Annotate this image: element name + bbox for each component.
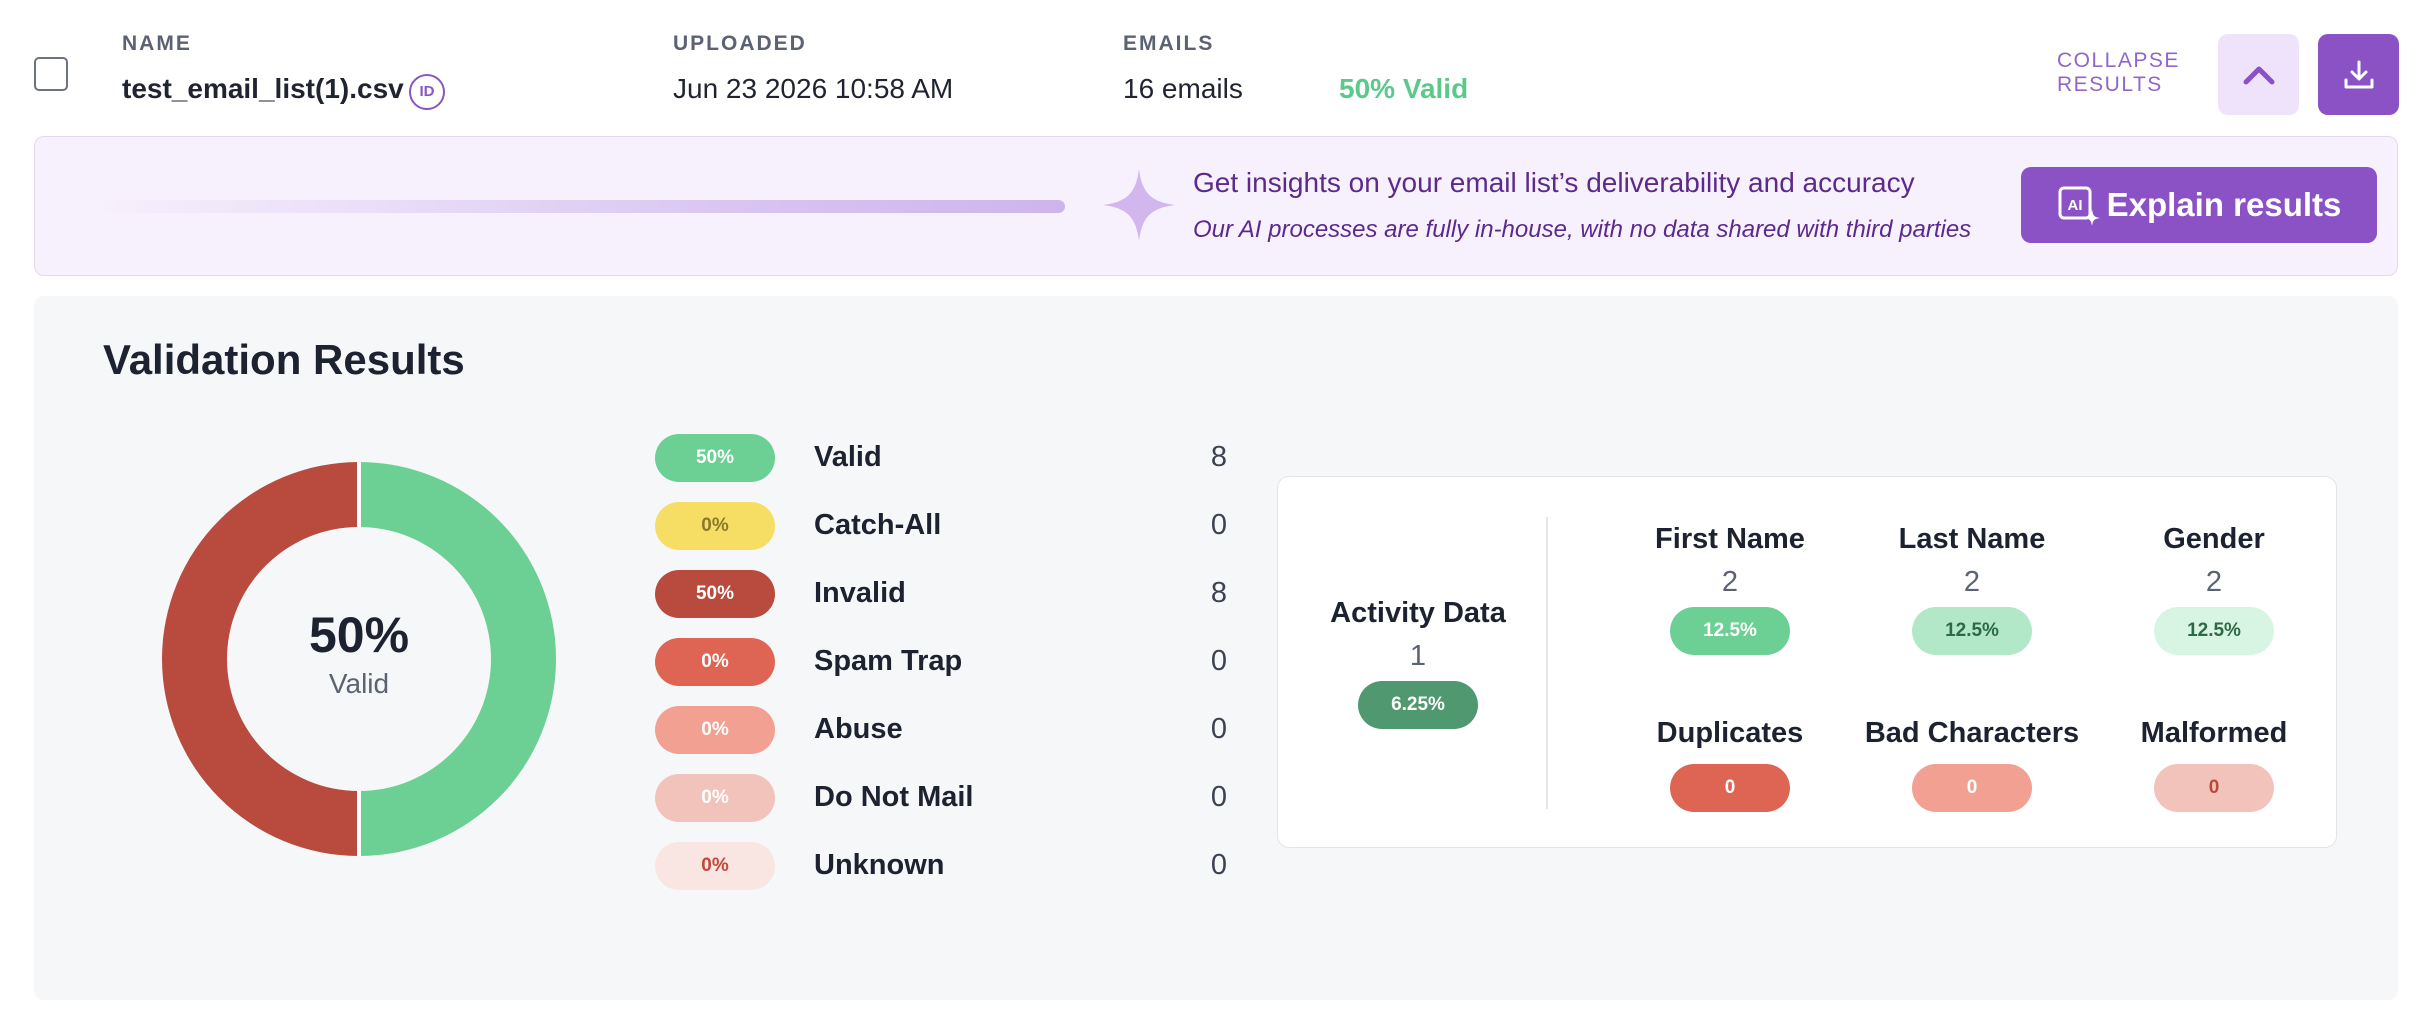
legend-count: 0 [1210,849,1227,881]
stat-title: Activity Data [1330,597,1506,629]
explain-results-button[interactable]: AI Explain results [2021,167,2377,243]
stat-pill: 12.5% [1670,607,1790,655]
emails-column-label: EMAILS [1123,32,1215,55]
validation-legend: 50% Valid 8 0% Catch-All 0 50% Invalid 8 0% Spam T… [655,434,1255,910]
legend-row: 0% Do Not Mail 0 [655,774,1255,842]
stat-pill: 0 [1912,764,2032,812]
legend-label: Valid [814,441,882,473]
legend-pill: 0% [655,842,775,890]
legend-count: 8 [1210,441,1227,473]
stat-title: Malformed [2140,717,2288,749]
legend-pill: 0% [655,502,775,550]
stat-first-name: First Name 2 12.5% [1610,523,1850,655]
collapse-button[interactable] [2218,34,2299,115]
file-name: test_email_list(1).csv [122,73,404,104]
stat-pill: 0 [2154,764,2274,812]
collapse-label-line1: COLLAPSE [2057,49,2180,72]
legend-pill: 50% [655,570,775,618]
stat-duplicates: Duplicates 0 [1610,717,1850,812]
stat-last-name: Last Name 2 12.5% [1852,523,2092,655]
stat-count: 1 [1409,640,1427,672]
legend-row: 0% Unknown 0 [655,842,1255,910]
valid-percentage: 50% Valid [1339,73,1469,104]
uploaded-date: Jun 23 2026 10:58 AM [673,73,954,104]
ai-sparkle-icon: AI [2058,186,2100,226]
stat-bad-characters: Bad Characters 0 [1852,717,2092,812]
legend-count: 8 [1210,577,1227,609]
select-file-checkbox[interactable] [34,57,68,91]
chevron-up-icon [2243,66,2274,84]
legend-count: 0 [1210,781,1227,813]
stat-title: Bad Characters [1864,717,2080,749]
legend-pill: 0% [655,638,775,686]
legend-row: 50% Invalid 8 [655,570,1255,638]
ai-banner-subtitle: Our AI processes are fully in-house, wit… [1193,216,1972,243]
ai-banner-title: Get insights on your email list’s delive… [1193,167,1915,198]
legend-pill: 50% [655,434,775,482]
stat-title: First Name [1655,523,1805,555]
validation-results-panel: Validation Results 50% Valid 50% Valid 8 0%… [34,296,2398,1000]
id-badge-icon[interactable]: ID [409,74,445,110]
validation-results-title: Validation Results [103,336,465,383]
stat-activity-data: Activity Data 1 6.25% [1298,597,1538,729]
emails-count: 16 emails [1123,73,1243,104]
stats-divider [1546,517,1548,809]
name-column-label: NAME [122,32,192,55]
stat-title: Duplicates [1656,717,1804,749]
legend-label: Spam Trap [814,645,963,677]
stat-pill: 12.5% [1912,607,2032,655]
download-icon [2344,60,2373,88]
stat-gender: Gender 2 12.5% [2094,523,2334,655]
explain-results-label: Explain results [2106,186,2342,223]
ai-icon-text: AI [2067,197,2082,214]
stat-count: 2 [1963,566,1981,598]
collapse-label-line2: RESULTS [2057,73,2163,96]
legend-pill: 0% [655,774,775,822]
file-row: NAME test_email_list(1).csv ID UPLOADED … [0,0,2422,136]
donut-center-label: Valid [328,668,390,699]
donut-center: 50% Valid [162,606,556,700]
legend-pill: 0% [655,706,775,754]
legend-label: Do Not Mail [814,781,974,813]
stat-pill: 12.5% [2154,607,2274,655]
legend-row: 0% Abuse 0 [655,706,1255,774]
sparkle-icon [1103,169,1175,241]
stat-count: 2 [2205,566,2223,598]
legend-label: Abuse [814,713,903,745]
stat-pill: 6.25% [1358,681,1478,729]
uploaded-column-label: UPLOADED [673,32,807,55]
legend-count: 0 [1210,713,1227,745]
stat-title: Last Name [1898,523,2046,555]
legend-count: 0 [1210,509,1227,541]
legend-row: 0% Spam Trap 0 [655,638,1255,706]
legend-count: 0 [1210,645,1227,677]
insights-progress-bar [95,200,1065,213]
collapse-results-link[interactable]: COLLAPSE RESULTS [2057,49,2180,97]
stat-title: Gender [2163,523,2265,555]
download-button[interactable] [2318,34,2399,115]
legend-label: Invalid [814,577,906,609]
stat-pill: 0 [1670,764,1790,812]
legend-row: 50% Valid 8 [655,434,1255,502]
stat-malformed: Malformed 0 [2094,717,2334,812]
donut-center-value: 50% [308,607,410,663]
data-quality-card: Activity Data 1 6.25% First Name 2 12.5%… [1277,476,2337,848]
stat-count: 2 [1721,566,1739,598]
legend-label: Unknown [814,849,945,881]
legend-label: Catch-All [814,509,942,541]
ai-insights-banner: Get insights on your email list’s delive… [34,136,2398,276]
legend-row: 0% Catch-All 0 [655,502,1255,570]
